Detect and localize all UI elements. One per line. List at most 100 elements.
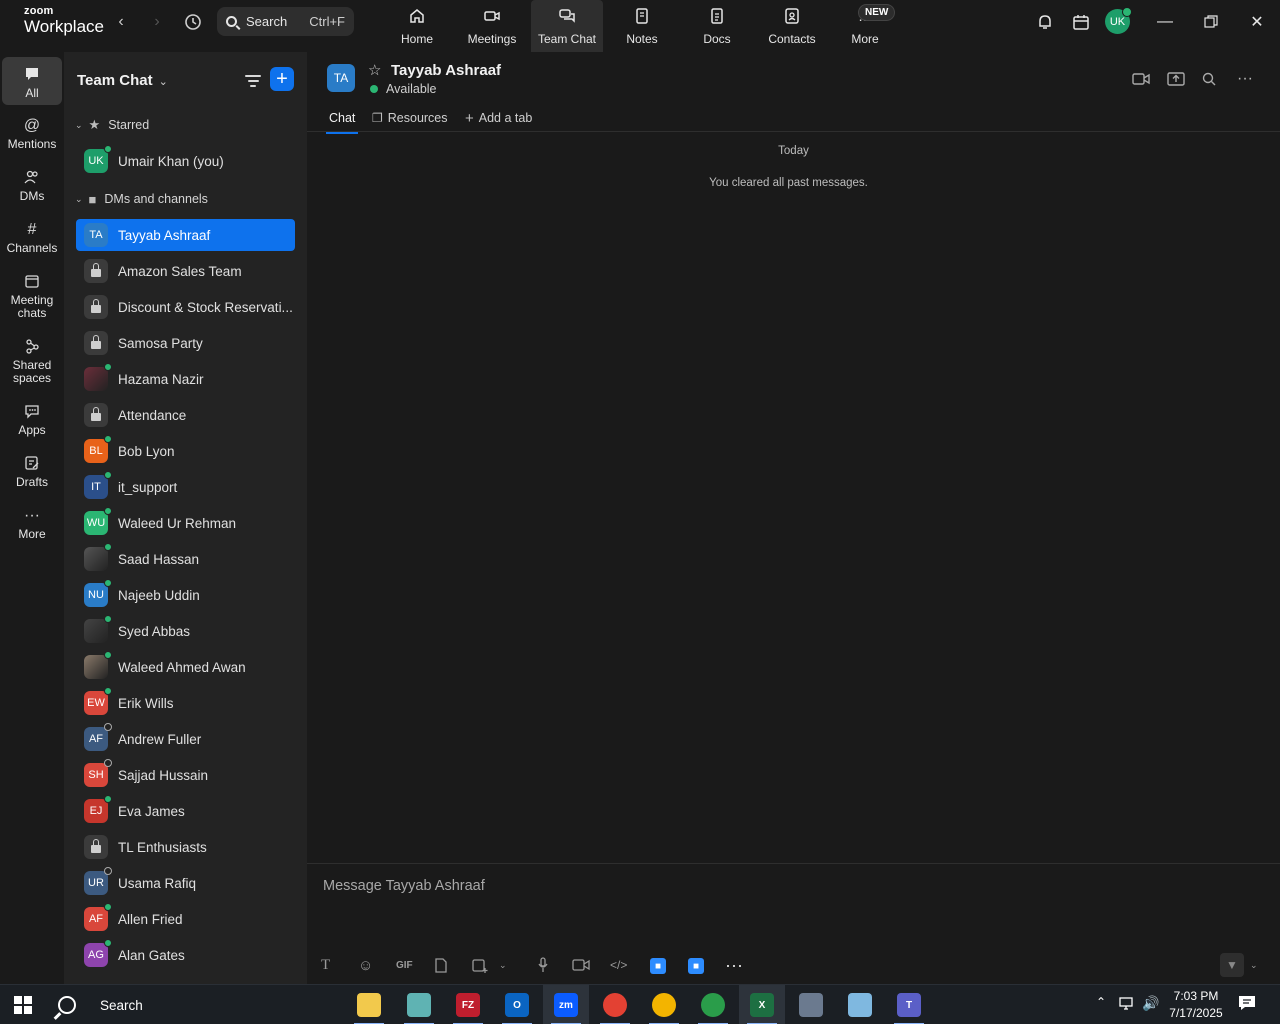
nav-more-label: More [851,32,879,46]
taskbar-app-file-explorer[interactable] [346,985,392,1024]
notepad-icon [848,993,872,1017]
dm-item[interactable]: EW Erik Wills [76,687,295,719]
message-input[interactable] [323,874,1223,898]
network-icon[interactable] [1118,995,1136,1014]
screenshot-dropdown-icon[interactable]: ⌄ [499,954,507,976]
more-options-icon[interactable]: ··· [1234,69,1256,89]
rail-mentions[interactable]: @ Mentions [2,114,62,151]
starred-item[interactable]: UK Umair Khan (you) [76,145,295,177]
zoom-scheduler-icon[interactable]: ■ [688,958,704,974]
star-outline-icon[interactable]: ☆ [368,61,381,79]
microphone-icon[interactable] [537,954,549,976]
rail-meeting-chats[interactable]: Meeting chats [2,270,62,320]
dm-item[interactable]: BL Bob Lyon [76,435,295,467]
rail-drafts[interactable]: Drafts [2,452,62,489]
tab-add[interactable]: + Add a tab [465,108,532,128]
chat-avatar[interactable]: TA [327,64,355,92]
nav-docs[interactable]: Docs [681,0,753,52]
file-icon[interactable] [435,954,447,976]
rail-channels[interactable]: # Channels [2,218,62,255]
taskbar-app-zoom[interactable]: zm [543,985,589,1024]
channel-item[interactable]: TL Enthusiasts [76,831,295,863]
forward-arrow-icon[interactable]: › [143,10,171,34]
bell-icon[interactable] [1031,10,1059,34]
more-tools-icon[interactable]: ··· [725,954,743,976]
taskbar-search[interactable]: Search [58,991,143,1019]
taskbar-app-chrome-1[interactable] [592,985,638,1024]
channel-item[interactable]: Attendance [76,399,295,431]
screenshot-icon[interactable] [472,954,488,976]
notification-icon[interactable] [1238,995,1256,1014]
nav-notes[interactable]: Notes [606,0,678,52]
starred-section-header[interactable]: ⌄ ★ Starred [75,115,149,135]
taskbar-app-app-diamond[interactable] [396,985,442,1024]
dm-item[interactable]: NU Najeeb Uddin [76,579,295,611]
rail-all[interactable]: All [2,57,62,105]
global-search-box[interactable]: Search Ctrl+F [217,7,354,36]
dm-item[interactable]: WU Waleed Ur Rehman [76,507,295,539]
rail-shared-spaces[interactable]: Shared spaces [2,335,62,385]
user-avatar[interactable]: UK [1105,7,1132,34]
restore-icon[interactable] [1196,10,1226,34]
padlock-shape [91,299,101,313]
taskbar-app-filezilla[interactable]: FZ [445,985,491,1024]
dm-item[interactable]: IT it_support [76,471,295,503]
history-icon[interactable] [179,10,207,34]
channel-item[interactable]: Samosa Party [76,327,295,359]
dm-item[interactable]: AG Alan Gates [76,939,295,971]
taskbar-app-calculator[interactable] [788,985,834,1024]
left-rail: All @ Mentions DMs # Channels Meeting ch… [0,52,64,984]
dm-item[interactable]: EJ Eva James [76,795,295,827]
dm-item[interactable]: TA Tayyab Ashraaf [76,219,295,251]
text-format-icon[interactable]: T [321,954,330,976]
rail-apps[interactable]: Apps [2,400,62,437]
video-message-icon[interactable] [572,954,590,976]
taskbar-app-chrome-3[interactable] [690,985,736,1024]
chevron-up-icon[interactable]: ⌃ [1096,995,1106,1009]
dm-item[interactable]: SH Sajjad Hussain [76,759,295,791]
back-arrow-icon[interactable]: ‹ [107,10,135,34]
windows-start-icon[interactable] [14,996,32,1014]
send-button[interactable]: ▼ [1220,953,1244,977]
share-screen-icon[interactable] [1165,69,1187,89]
taskbar-app-outlook[interactable]: O [494,985,540,1024]
taskbar-app-chrome-2[interactable] [641,985,687,1024]
taskbar-app-teams[interactable]: T [886,985,932,1024]
chat-title[interactable]: Tayyab Ashraaf [391,62,501,79]
rail-dms[interactable]: DMs [2,166,62,203]
channel-item[interactable]: Discount & Stock Reservati... [76,291,295,323]
volume-icon[interactable]: 🔊 [1142,995,1159,1012]
dms-section-header[interactable]: ⌄ ■ DMs and channels [75,189,208,209]
dm-item[interactable]: Waleed Ahmed Awan [76,651,295,683]
sidebar-title-dropdown[interactable]: Team Chat ⌄ [77,72,168,89]
dm-item[interactable]: AF Andrew Fuller [76,723,295,755]
code-snippet-icon[interactable]: </> [610,954,627,976]
taskbar-app-excel[interactable]: X [739,985,785,1024]
video-call-icon[interactable] [1130,69,1152,89]
minimize-icon[interactable]: — [1150,10,1180,34]
tab-resources[interactable]: ❐ Resources [372,108,448,128]
calendar-gift-icon[interactable] [1067,10,1095,34]
search-in-chat-icon[interactable] [1198,69,1220,89]
dm-item[interactable]: Saad Hassan [76,543,295,575]
filter-icon[interactable] [242,70,264,92]
channel-item[interactable]: Amazon Sales Team [76,255,295,287]
nav-home[interactable]: Home [381,0,453,52]
taskbar-app-notepad[interactable] [837,985,883,1024]
nav-team-chat[interactable]: Team Chat [531,0,603,52]
send-options-icon[interactable]: ⌄ [1250,954,1258,976]
clock[interactable]: 7:03 PM 7/17/2025 [1164,988,1228,1022]
close-icon[interactable]: ✕ [1242,10,1272,34]
rail-more[interactable]: ··· More [2,504,62,541]
gif-button[interactable]: GIF [396,954,413,976]
dm-item[interactable]: AF Allen Fried [76,903,295,935]
dm-item[interactable]: UR Usama Rafiq [76,867,295,899]
new-chat-button[interactable]: + [270,67,294,91]
dm-item[interactable]: Hazama Nazir [76,363,295,395]
nav-meetings[interactable]: Meetings [456,0,528,52]
nav-contacts[interactable]: Contacts [756,0,828,52]
zoom-app-icon[interactable]: ■ [650,958,666,974]
tab-chat[interactable]: Chat [325,108,359,134]
emoji-icon[interactable]: ☺ [358,954,373,976]
dm-item[interactable]: Syed Abbas [76,615,295,647]
